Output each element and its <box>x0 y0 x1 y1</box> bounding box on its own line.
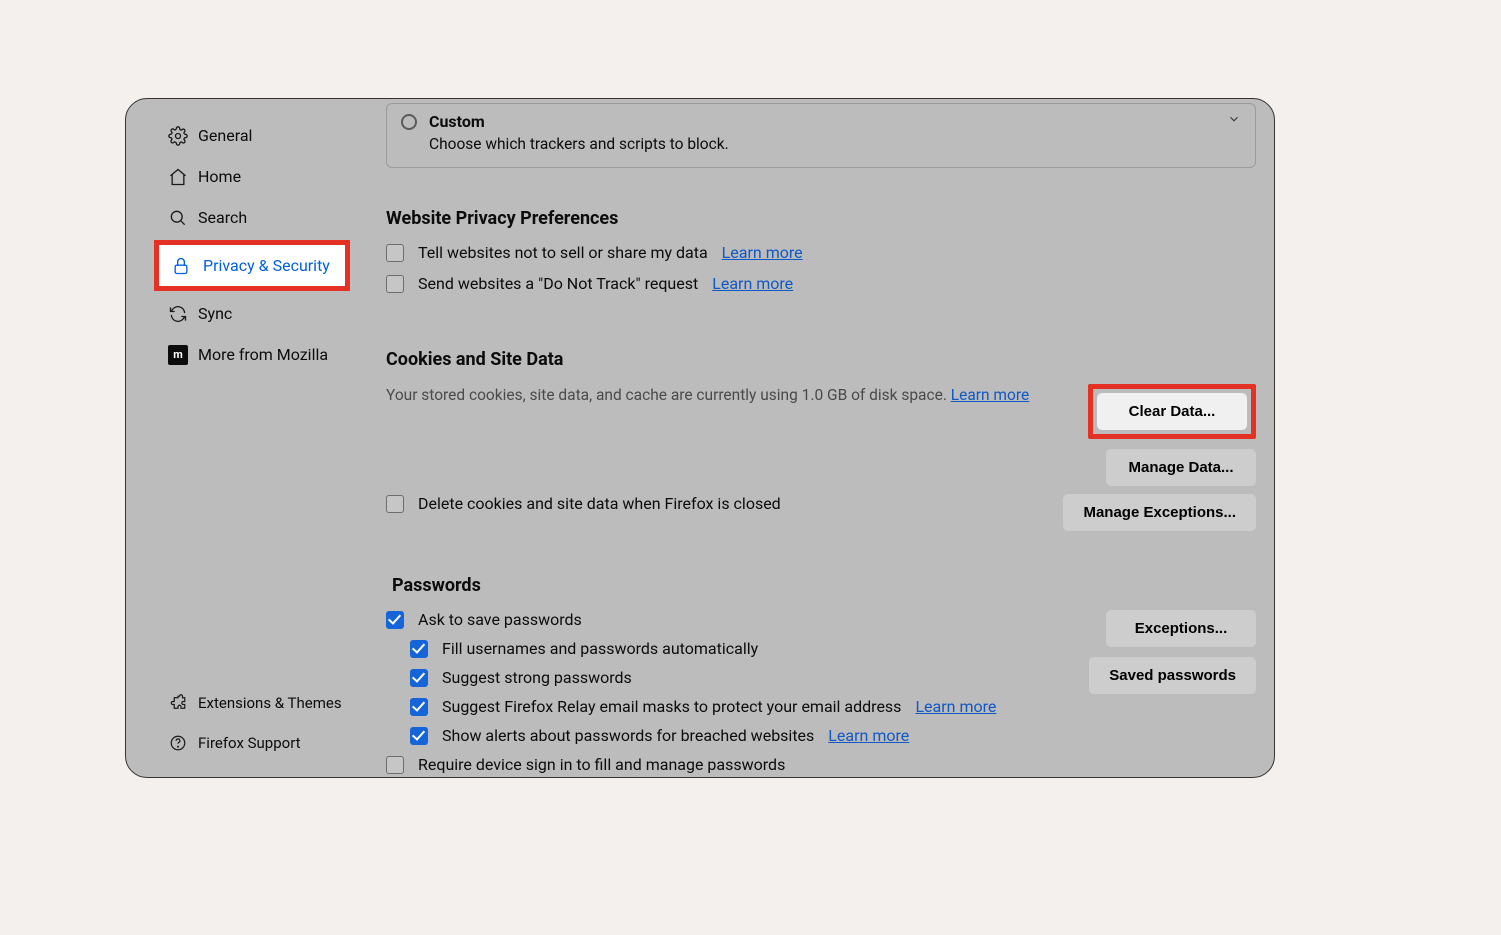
checkbox-do-not-track[interactable] <box>386 275 404 293</box>
learn-more-link[interactable]: Learn more <box>915 697 996 716</box>
option-label: Show alerts about passwords for breached… <box>442 726 814 745</box>
sidebar-item-general[interactable]: General <box>126 115 376 156</box>
mozilla-icon: m <box>168 345 188 365</box>
highlight-clear-data: Clear Data... <box>1088 384 1256 439</box>
main-content: Custom Choose which trackers and scripts… <box>376 99 1274 777</box>
passwords-exceptions-button[interactable]: Exceptions... <box>1106 610 1256 647</box>
cookies-description: Your stored cookies, site data, and cach… <box>386 384 1068 406</box>
sidebar-item-privacy-security[interactable]: Privacy & Security <box>154 240 350 291</box>
passwords-block: Ask to save passwords Fill usernames and… <box>386 610 1256 777</box>
option-label: Suggest strong passwords <box>442 668 632 687</box>
checkbox-fill-auto[interactable] <box>410 640 428 658</box>
lock-icon <box>171 256 191 276</box>
opt-do-not-track: Send websites a "Do Not Track" request L… <box>386 274 1256 293</box>
saved-passwords-button[interactable]: Saved passwords <box>1089 657 1256 694</box>
sidebar-item-support[interactable]: Firefox Support <box>126 723 376 763</box>
sidebar-item-sync[interactable]: Sync <box>126 293 376 334</box>
puzzle-icon <box>168 693 188 713</box>
option-label: Suggest Firefox Relay email masks to pro… <box>442 697 901 716</box>
checkbox-device-signin[interactable] <box>386 756 404 774</box>
learn-more-link[interactable]: Learn more <box>951 386 1029 404</box>
option-label: Send websites a "Do Not Track" request <box>418 274 698 293</box>
sidebar-item-more-mozilla[interactable]: m More from Mozilla <box>126 334 376 375</box>
opt-device-signin: Require device sign in to fill and manag… <box>386 755 1069 774</box>
opt-delete-on-close: Delete cookies and site data when Firefo… <box>386 494 1043 513</box>
opt-suggest-strong: Suggest strong passwords <box>410 668 1069 687</box>
settings-window: General Home Search Privacy & Security <box>125 98 1275 778</box>
checkbox-no-sell-share[interactable] <box>386 244 404 262</box>
sidebar-item-label: Extensions & Themes <box>168 694 342 712</box>
help-icon <box>168 733 188 753</box>
gear-icon <box>168 126 188 146</box>
checkbox-suggest-strong[interactable] <box>410 669 428 687</box>
sidebar-item-label: More from Mozilla <box>168 345 328 364</box>
search-icon <box>168 208 188 228</box>
manage-exceptions-button[interactable]: Manage Exceptions... <box>1063 494 1256 531</box>
clear-data-button[interactable]: Clear Data... <box>1097 393 1247 430</box>
option-label: Tell websites not to sell or share my da… <box>418 243 708 262</box>
manage-data-button[interactable]: Manage Data... <box>1106 449 1256 486</box>
opt-relay: Suggest Firefox Relay email masks to pro… <box>410 697 1069 716</box>
sidebar-item-extensions[interactable]: Extensions & Themes <box>126 683 376 723</box>
custom-title: Custom <box>429 112 485 131</box>
checkbox-breach-alerts[interactable] <box>410 727 428 745</box>
sidebar-item-search[interactable]: Search <box>126 197 376 238</box>
option-label: Require device sign in to fill and manag… <box>418 755 785 774</box>
passwords-heading: Passwords <box>392 575 1256 596</box>
sidebar-item-label: Privacy & Security <box>173 256 330 275</box>
sidebar-item-home[interactable]: Home <box>126 156 376 197</box>
learn-more-link[interactable]: Learn more <box>828 726 909 745</box>
opt-ask-save-passwords: Ask to save passwords <box>386 610 1069 629</box>
option-label: Ask to save passwords <box>418 610 582 629</box>
protection-custom-option[interactable]: Custom Choose which trackers and scripts… <box>386 103 1256 168</box>
checkbox-relay[interactable] <box>410 698 428 716</box>
checkbox-delete-on-close[interactable] <box>386 495 404 513</box>
website-privacy-heading: Website Privacy Preferences <box>386 208 1256 229</box>
radio-icon[interactable] <box>401 114 417 130</box>
option-label: Delete cookies and site data when Firefo… <box>418 494 781 513</box>
home-icon <box>168 167 188 187</box>
cookies-desc-text: Your stored cookies, site data, and cach… <box>386 386 951 404</box>
cookies-block: Your stored cookies, site data, and cach… <box>386 384 1256 486</box>
cookies-heading: Cookies and Site Data <box>386 349 1256 370</box>
learn-more-link[interactable]: Learn more <box>722 243 803 262</box>
cookies-buttons: Clear Data... Manage Data... <box>1088 384 1256 486</box>
opt-fill-auto: Fill usernames and passwords automatical… <box>410 639 1069 658</box>
opt-no-sell-share: Tell websites not to sell or share my da… <box>386 243 1256 262</box>
sync-icon <box>168 304 188 324</box>
checkbox-ask-save-passwords[interactable] <box>386 611 404 629</box>
sidebar: General Home Search Privacy & Security <box>126 99 376 777</box>
custom-subtitle: Choose which trackers and scripts to blo… <box>429 135 1241 153</box>
opt-breach-alerts: Show alerts about passwords for breached… <box>410 726 1069 745</box>
learn-more-link[interactable]: Learn more <box>712 274 793 293</box>
sidebar-footer: Extensions & Themes Firefox Support <box>126 683 376 777</box>
sidebar-nav: General Home Search Privacy & Security <box>126 115 376 683</box>
option-label: Fill usernames and passwords automatical… <box>442 639 758 658</box>
chevron-down-icon[interactable] <box>1227 112 1241 130</box>
